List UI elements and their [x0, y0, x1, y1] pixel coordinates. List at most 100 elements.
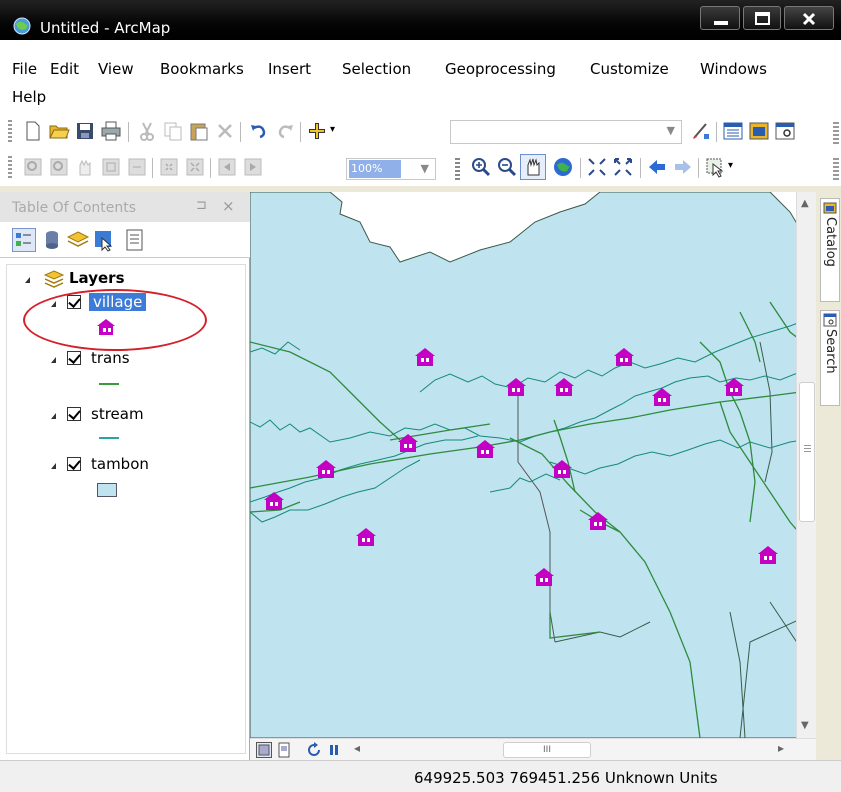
delete-icon[interactable]	[214, 120, 236, 142]
fixed-zoom-out-map-icon[interactable]	[612, 156, 634, 178]
refresh-icon[interactable]	[306, 742, 322, 758]
go-forward-extent-icon[interactable]	[242, 156, 264, 178]
editor-toolbar-icon[interactable]	[690, 120, 712, 142]
paste-icon[interactable]	[188, 120, 210, 142]
data-view-icon[interactable]	[256, 742, 272, 758]
highlight-annotation-ellipse	[23, 289, 207, 351]
list-by-source-icon[interactable]	[40, 228, 64, 252]
collapse-triangle-icon[interactable]	[25, 277, 30, 283]
layout-view-icon[interactable]	[276, 742, 292, 758]
layout-zoom-out-icon[interactable]	[48, 156, 70, 178]
scroll-left-arrow-icon[interactable]: ◂	[354, 741, 360, 755]
horizontal-scrollbar-thumb[interactable]: III	[503, 742, 591, 758]
menu-edit[interactable]: Edit	[50, 60, 79, 78]
zoom-in-icon[interactable]	[470, 156, 492, 178]
fixed-zoom-in-icon[interactable]	[158, 156, 180, 178]
list-by-selection-icon[interactable]	[92, 228, 116, 252]
toolbar-grip[interactable]	[8, 156, 12, 180]
map-vertical-scrollbar[interactable]: ▲ ▼	[796, 192, 816, 738]
collapse-triangle-icon[interactable]	[51, 463, 56, 469]
toolbar-grip[interactable]	[833, 122, 839, 144]
select-dropdown-icon[interactable]: ▾	[728, 160, 733, 171]
toolbar-grip[interactable]	[833, 158, 839, 180]
layout-pan-icon[interactable]	[74, 156, 96, 178]
cut-icon[interactable]	[136, 120, 158, 142]
catalog-window-icon[interactable]	[748, 120, 770, 142]
options-icon[interactable]	[124, 228, 148, 252]
menu-insert[interactable]: Insert	[268, 60, 311, 78]
search-dock-tab[interactable]: Search	[820, 310, 840, 406]
full-extent-globe-icon[interactable]	[552, 156, 574, 178]
menu-selection[interactable]: Selection	[342, 60, 411, 78]
cursor-coordinates: 649925.503 769451.256 Unknown Units	[414, 769, 718, 787]
scroll-right-arrow-icon[interactable]: ▸	[778, 741, 784, 755]
search-icon	[823, 313, 837, 327]
scroll-down-arrow-icon[interactable]: ▼	[801, 720, 809, 731]
layout-zoom-combobox[interactable]: 100% ▼	[346, 158, 436, 180]
search-window-icon[interactable]	[774, 120, 796, 142]
line-symbol	[99, 437, 119, 439]
back-arrow-icon[interactable]	[646, 156, 668, 178]
pin-icon[interactable]: ⊐	[196, 198, 207, 213]
list-by-drawing-order-icon[interactable]	[12, 228, 36, 252]
layer-visibility-checkbox-tambon[interactable]	[67, 457, 81, 471]
menu-file[interactable]: File	[12, 60, 37, 78]
zoom-out-icon[interactable]	[496, 156, 518, 178]
save-icon[interactable]	[74, 120, 96, 142]
layer-name-trans[interactable]: trans	[91, 349, 130, 367]
fixed-zoom-in-map-icon[interactable]	[586, 156, 608, 178]
go-back-extent-icon[interactable]	[216, 156, 238, 178]
zoom-whole-page-icon[interactable]	[100, 156, 122, 178]
layers-icon	[43, 270, 65, 288]
table-of-contents-icon[interactable]	[722, 120, 744, 142]
standard-toolbar: ▾ ▼	[0, 114, 841, 150]
map-display[interactable]	[250, 192, 816, 738]
maximize-button[interactable]	[743, 6, 781, 30]
copy-icon[interactable]	[162, 120, 184, 142]
menu-view[interactable]: View	[98, 60, 134, 78]
zoom-100-icon[interactable]	[126, 156, 148, 178]
title-bar: Untitled - ArcMap	[0, 0, 841, 40]
scroll-up-arrow-icon[interactable]: ▲	[801, 198, 809, 209]
print-icon[interactable]	[100, 120, 122, 142]
new-document-icon[interactable]	[22, 120, 44, 142]
undo-icon[interactable]	[248, 120, 270, 142]
toolbar-overflow-icon[interactable]	[454, 158, 462, 180]
catalog-dock-tab[interactable]: Catalog	[820, 198, 840, 302]
data-frame-label[interactable]: Layers	[69, 269, 125, 287]
pause-drawing-icon[interactable]	[326, 742, 342, 758]
minimize-button[interactable]	[700, 6, 740, 30]
layer-visibility-checkbox-trans[interactable]	[67, 351, 81, 365]
chevron-down-icon: ▼	[666, 124, 675, 137]
redo-icon[interactable]	[274, 120, 296, 142]
list-by-visibility-icon[interactable]	[66, 228, 90, 252]
select-features-icon[interactable]	[704, 156, 726, 178]
menu-windows[interactable]: Windows	[700, 60, 767, 78]
menu-geoprocessing[interactable]: Geoprocessing	[445, 60, 556, 78]
map-scale-combobox[interactable]: ▼	[450, 120, 682, 144]
add-data-dropdown-icon[interactable]: ▾	[330, 124, 335, 135]
pan-hand-icon[interactable]	[520, 154, 546, 180]
collapse-triangle-icon[interactable]	[51, 357, 56, 363]
forward-arrow-icon[interactable]	[672, 156, 694, 178]
layer-visibility-checkbox-stream[interactable]	[67, 407, 81, 421]
layout-zoom-value: 100%	[349, 160, 401, 178]
arcmap-globe-icon	[13, 17, 31, 35]
close-icon[interactable]: ×	[222, 197, 235, 215]
layer-name-tambon[interactable]: tambon	[91, 455, 149, 473]
layout-zoom-in-icon[interactable]	[22, 156, 44, 178]
map-canvas	[250, 192, 816, 738]
status-bar: 649925.503 769451.256 Unknown Units	[0, 760, 841, 792]
fixed-zoom-out-icon[interactable]	[184, 156, 206, 178]
menu-customize[interactable]: Customize	[590, 60, 669, 78]
collapse-triangle-icon[interactable]	[51, 413, 56, 419]
open-folder-icon[interactable]	[48, 120, 70, 142]
scrollbar-thumb[interactable]	[799, 382, 815, 522]
tools-toolbar: 100% ▼ ▾	[0, 150, 841, 186]
toolbar-grip[interactable]	[8, 120, 12, 144]
add-data-icon[interactable]	[306, 120, 328, 142]
close-button[interactable]	[784, 6, 834, 30]
layer-name-stream[interactable]: stream	[91, 405, 144, 423]
menu-bookmarks[interactable]: Bookmarks	[160, 60, 244, 78]
menu-help[interactable]: Help	[12, 88, 46, 106]
